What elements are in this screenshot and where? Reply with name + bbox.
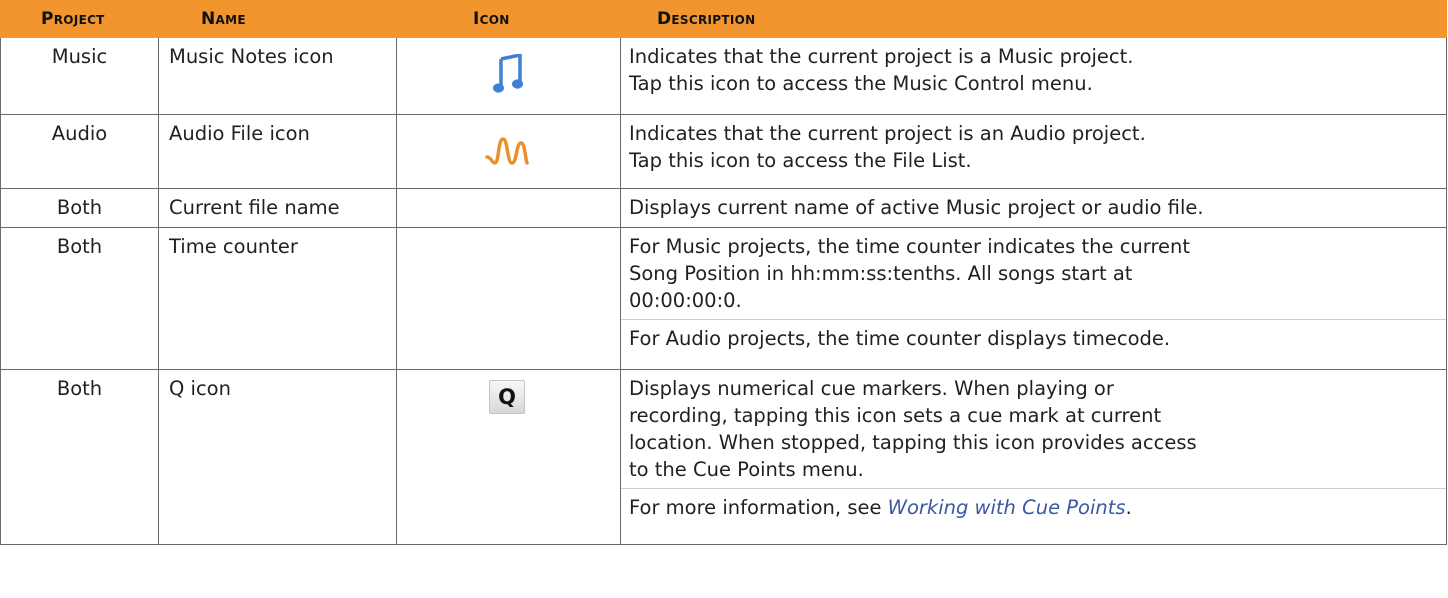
project-cell: Music	[0, 38, 159, 115]
icon-cell: Q	[396, 369, 621, 545]
description-line: Indicates that the current project is a …	[629, 45, 1134, 68]
header-icon: Icon	[396, 0, 621, 38]
icon-cell	[396, 38, 621, 115]
description-cell: For Music projects, the time counter ind…	[620, 227, 1447, 370]
description-text: .	[1125, 495, 1132, 519]
project-cell: Both	[0, 369, 159, 545]
description-line: For Audio projects, the time counter dis…	[629, 326, 1171, 350]
icon-cell	[396, 227, 621, 370]
table-row: Audio Audio File icon Indicates that the…	[0, 114, 1447, 189]
description-line: Tap this icon to access the File List.	[629, 148, 972, 172]
music-notes-icon[interactable]	[493, 54, 523, 94]
cue-points-link[interactable]: Working with Cue Points	[888, 496, 1126, 519]
icon-cell	[396, 188, 621, 228]
table-row: Music Music Notes icon Indicates that th…	[0, 38, 1447, 115]
name-cell: Q icon	[158, 369, 397, 545]
description-cell: Displays numerical cue markers. When pla…	[620, 369, 1447, 545]
reference-table: Project Name Icon Description Music Musi…	[0, 0, 1447, 545]
description-cell: Indicates that the current project is an…	[620, 114, 1447, 189]
description-line: location. When stopped, tapping this ico…	[629, 430, 1197, 454]
description-line: to the Cue Points menu.	[629, 457, 864, 481]
description-line: Tap this icon to access the Music Contro…	[629, 72, 1093, 95]
table-row: Both Q icon Q Displays numerical cue mar…	[0, 369, 1447, 545]
icon-cell	[396, 114, 621, 189]
name-cell: Audio File icon	[158, 114, 397, 189]
header-description: Description	[620, 0, 1447, 38]
description-line: Song Position in hh:mm:ss:tenths. All so…	[629, 261, 1133, 285]
header-name: Name	[158, 0, 397, 38]
q-icon[interactable]: Q	[489, 379, 525, 414]
description-cell: Displays current name of active Music pr…	[620, 188, 1447, 228]
project-cell: Audio	[0, 114, 159, 189]
table-row: Both Time counter For Music projects, th…	[0, 227, 1447, 370]
description-line: For Music projects, the time counter ind…	[629, 234, 1191, 258]
description-line: 00:00:00:0.	[629, 288, 742, 312]
name-cell: Time counter	[158, 227, 397, 370]
description-cell: Indicates that the current project is a …	[620, 38, 1447, 115]
description-line: Indicates that the current project is an…	[629, 121, 1146, 145]
description-text: For more information, see	[629, 495, 888, 519]
name-cell: Current file name	[158, 188, 397, 228]
header-project: Project	[0, 0, 159, 38]
description-line: recording, tapping this icon sets a cue …	[629, 403, 1162, 427]
audio-wave-icon[interactable]	[485, 135, 529, 167]
table-row: Both Current file name Displays current …	[0, 188, 1447, 228]
name-cell: Music Notes icon	[158, 38, 397, 115]
project-cell: Both	[0, 227, 159, 370]
project-cell: Both	[0, 188, 159, 228]
description-line: Displays current name of active Music pr…	[629, 195, 1204, 219]
table-header: Project Name Icon Description	[0, 0, 1447, 38]
description-line: Displays numerical cue markers. When pla…	[629, 376, 1114, 400]
